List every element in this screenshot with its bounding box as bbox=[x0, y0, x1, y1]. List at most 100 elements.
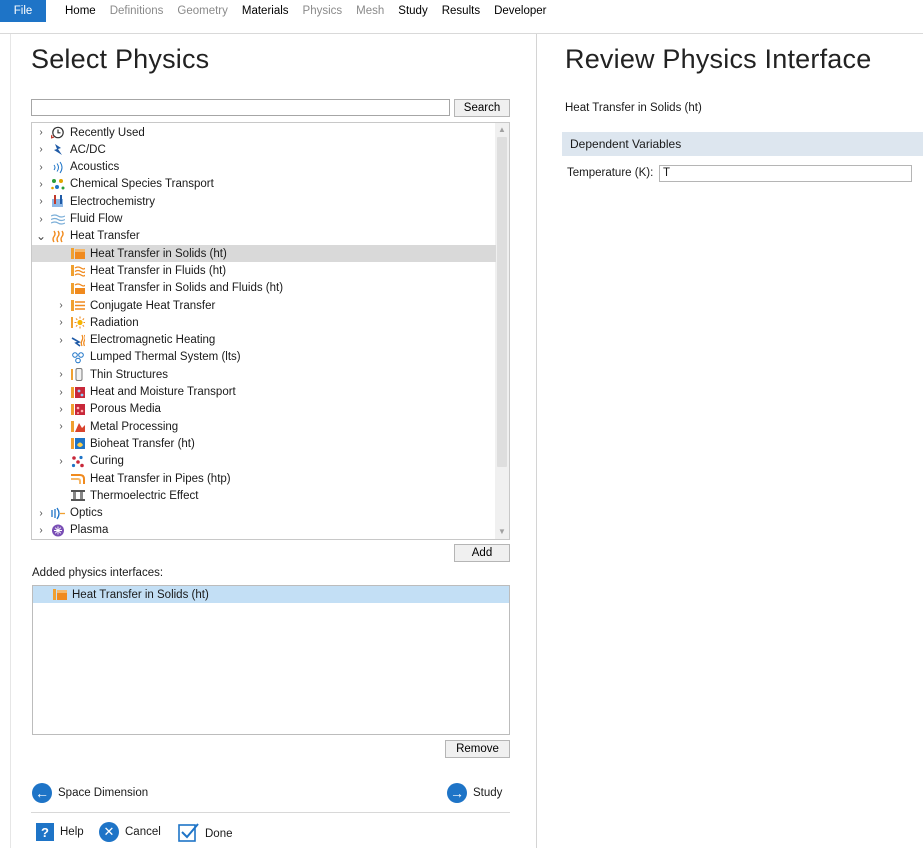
add-button[interactable]: Add bbox=[454, 544, 510, 562]
tree-item[interactable]: › Acoustics bbox=[32, 159, 496, 176]
heat-icon bbox=[51, 230, 65, 243]
tree-item[interactable]: › AC/DC bbox=[32, 141, 496, 158]
temperature-field[interactable]: T bbox=[659, 165, 912, 182]
chevron-right-icon[interactable]: › bbox=[36, 525, 46, 536]
tree-item[interactable]: › Thin Structures bbox=[32, 366, 496, 383]
tree-item[interactable]: › Recently Used bbox=[32, 124, 496, 141]
tree-item[interactable]: › Electromagnetic Heating bbox=[32, 332, 496, 349]
tab-physics[interactable]: Physics bbox=[296, 0, 350, 22]
scroll-thumb[interactable] bbox=[497, 137, 507, 467]
chevron-right-icon[interactable]: › bbox=[36, 127, 46, 138]
chevron-right-icon[interactable]: › bbox=[36, 179, 46, 190]
chevron-right-icon[interactable]: › bbox=[36, 508, 46, 519]
added-item-label: Heat Transfer in Solids (ht) bbox=[72, 588, 209, 601]
chevron-right-icon[interactable]: › bbox=[56, 387, 66, 398]
tree-item[interactable]: › Optics bbox=[32, 505, 496, 522]
done-button[interactable]: Done bbox=[178, 822, 233, 845]
scroll-down-icon[interactable]: ▼ bbox=[497, 527, 507, 537]
search-button[interactable]: Search bbox=[454, 99, 510, 117]
tree-item-label: Acoustics bbox=[70, 161, 120, 174]
chevron-right-icon[interactable]: › bbox=[36, 214, 46, 225]
optics-icon bbox=[51, 507, 65, 520]
tree-item-label: Thin Structures bbox=[90, 368, 168, 381]
metal-icon bbox=[71, 420, 85, 433]
chevron-right-icon[interactable]: › bbox=[56, 369, 66, 380]
curing-icon bbox=[71, 455, 85, 468]
arrow-left-icon: ← bbox=[32, 783, 52, 803]
back-space-dimension-button[interactable]: ← Space Dimension bbox=[32, 783, 148, 803]
review-title: Review Physics Interface bbox=[565, 44, 872, 74]
chevron-right-icon[interactable]: › bbox=[56, 421, 66, 432]
tab-file[interactable]: File bbox=[0, 0, 46, 22]
done-label: Done bbox=[205, 827, 233, 840]
chevron-right-icon[interactable]: › bbox=[36, 144, 46, 155]
chevron-right-icon[interactable]: › bbox=[36, 162, 46, 173]
tab-study[interactable]: Study bbox=[391, 0, 434, 22]
cancel-button[interactable]: ✕ Cancel bbox=[99, 822, 161, 842]
list-item[interactable]: Heat Transfer in Solids (ht) bbox=[33, 586, 509, 603]
physics-search-input[interactable] bbox=[31, 99, 450, 116]
tab-definitions[interactable]: Definitions bbox=[103, 0, 171, 22]
chevron-down-icon[interactable]: ⌄ bbox=[36, 230, 46, 242]
tree-item[interactable]: › Radiation bbox=[32, 314, 496, 331]
scroll-up-icon[interactable]: ▲ bbox=[497, 125, 507, 135]
tree-item[interactable]: › Curing bbox=[32, 453, 496, 470]
tree-item[interactable]: ›Heat Transfer in Solids (ht) bbox=[32, 245, 496, 263]
tree-item-label: Chemical Species Transport bbox=[70, 178, 214, 191]
cancel-label: Cancel bbox=[125, 826, 161, 838]
tree-scrollbar[interactable]: ▲ ▼ bbox=[495, 123, 509, 539]
dependent-variables-section[interactable]: Dependent Variables bbox=[562, 132, 923, 156]
tree-item[interactable]: › Metal Processing bbox=[32, 418, 496, 435]
tab-materials[interactable]: Materials bbox=[235, 0, 296, 22]
tab-home[interactable]: Home bbox=[58, 0, 103, 22]
em-heating-icon bbox=[71, 334, 86, 347]
tab-mesh[interactable]: Mesh bbox=[349, 0, 391, 22]
chevron-right-icon[interactable]: › bbox=[56, 317, 66, 328]
electrochemistry-icon bbox=[51, 195, 65, 208]
tab-geometry[interactable]: Geometry bbox=[170, 0, 235, 22]
chevron-right-icon[interactable]: › bbox=[56, 456, 66, 467]
temperature-label: Temperature (K): bbox=[567, 167, 654, 179]
thermoelectric-icon bbox=[71, 489, 85, 502]
tree-item[interactable]: › Conjugate Heat Transfer bbox=[32, 297, 496, 314]
pipes-icon bbox=[71, 472, 85, 485]
physics-tree[interactable]: ▲ ▼ › Recently Used › AC/DC › Acoustics › Chemi… bbox=[31, 122, 510, 540]
lumped-system-icon bbox=[71, 351, 85, 364]
chevron-right-icon[interactable]: › bbox=[56, 404, 66, 415]
added-interfaces-label: Added physics interfaces: bbox=[32, 567, 164, 579]
bioheat-icon bbox=[71, 437, 85, 450]
tree-item-label: Radiation bbox=[90, 316, 139, 329]
tree-item[interactable]: › Porous Media bbox=[32, 401, 496, 418]
help-button[interactable]: ? Help bbox=[36, 823, 84, 841]
added-interfaces-list[interactable]: Heat Transfer in Solids (ht) bbox=[32, 585, 510, 735]
tab-developer[interactable]: Developer bbox=[487, 0, 553, 22]
tree-item[interactable]: ›Lumped Thermal System (lts) bbox=[32, 349, 496, 366]
tree-item[interactable]: › Fluid Flow bbox=[32, 211, 496, 228]
tree-item[interactable]: ›Heat Transfer in Solids and Fluids (ht) bbox=[32, 280, 496, 297]
chevron-right-icon[interactable]: › bbox=[56, 300, 66, 311]
tree-item-label: Recently Used bbox=[70, 126, 145, 139]
remove-button[interactable]: Remove bbox=[445, 740, 510, 758]
tab-results[interactable]: Results bbox=[435, 0, 487, 22]
tree-item-label: Metal Processing bbox=[90, 420, 179, 433]
tree-item-label: Heat Transfer in Pipes (htp) bbox=[90, 472, 231, 485]
tree-item[interactable]: ›Heat Transfer in Pipes (htp) bbox=[32, 470, 496, 487]
tree-item[interactable]: › Plasma bbox=[32, 522, 496, 539]
tree-item-label: Heat Transfer bbox=[70, 230, 140, 243]
interface-name: Heat Transfer in Solids (ht) bbox=[565, 102, 702, 114]
chevron-right-icon[interactable]: › bbox=[36, 196, 46, 207]
tree-item[interactable]: ›Heat Transfer in Fluids (ht) bbox=[32, 262, 496, 279]
tree-item[interactable]: › Electrochemistry bbox=[32, 193, 496, 210]
next-study-button[interactable]: → Study bbox=[447, 783, 502, 803]
tree-item[interactable]: ›Bioheat Transfer (ht) bbox=[32, 435, 496, 452]
tree-item[interactable]: › Chemical Species Transport bbox=[32, 176, 496, 193]
tree-item-label: AC/DC bbox=[70, 143, 106, 156]
tree-item[interactable]: ›Thermoelectric Effect bbox=[32, 487, 496, 504]
tree-item[interactable]: › Heat and Moisture Transport bbox=[32, 384, 496, 401]
tree-item-label: Thermoelectric Effect bbox=[90, 489, 199, 502]
tree-item-label: Heat Transfer in Solids and Fluids (ht) bbox=[90, 282, 284, 295]
tree-item[interactable]: ⌄ Heat Transfer bbox=[32, 228, 496, 245]
done-check-icon bbox=[178, 822, 200, 845]
moisture-icon bbox=[71, 386, 85, 399]
chevron-right-icon[interactable]: › bbox=[56, 335, 66, 346]
